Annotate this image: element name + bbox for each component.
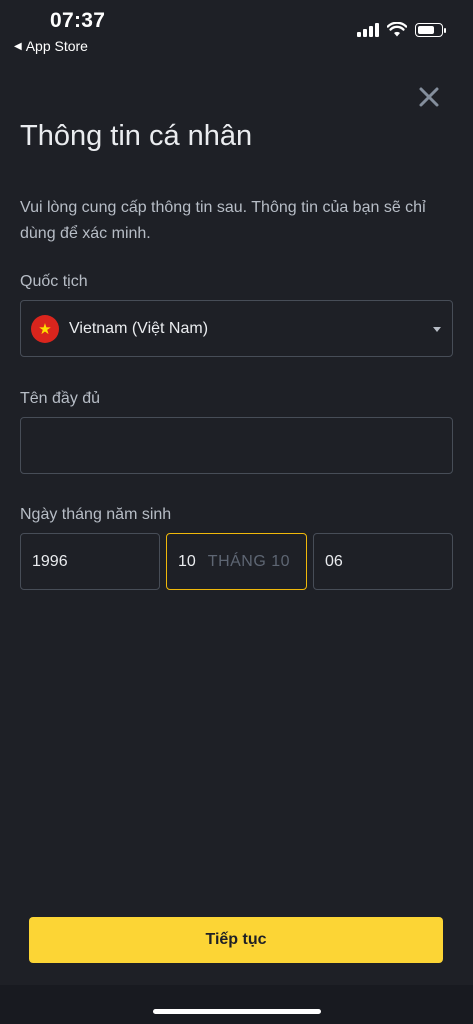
nationality-select[interactable]: ★ Vietnam (Việt Nam): [20, 300, 453, 357]
continue-button[interactable]: Tiếp tục: [29, 917, 443, 963]
vietnam-flag-icon: ★: [31, 314, 59, 343]
birth-month-placeholder: THÁNG 10: [207, 552, 291, 570]
birth-year-input[interactable]: 1996: [20, 533, 160, 590]
status-icons: [357, 22, 446, 37]
wifi-icon: [387, 22, 407, 37]
cellular-signal-icon: [357, 22, 379, 37]
birth-year-value: 1996: [32, 552, 68, 570]
birth-month-value: 10: [178, 552, 196, 570]
back-app-label: App Store: [25, 38, 88, 54]
battery-icon: [415, 22, 446, 37]
full-name-label: Tên đầy đủ: [20, 390, 101, 407]
home-indicator[interactable]: [153, 1009, 321, 1014]
birth-date-label: Ngày tháng năm sinh: [20, 506, 172, 523]
nationality-label: Quốc tịch: [20, 273, 88, 290]
caret-down-icon: [433, 327, 441, 332]
close-button[interactable]: [414, 82, 444, 112]
birth-day-value: 06: [325, 552, 343, 570]
status-bar: 07:37 ◀ App Store: [0, 0, 473, 60]
nationality-value: Vietnam (Việt Nam): [69, 319, 209, 337]
birth-day-input[interactable]: 06: [313, 533, 453, 590]
close-icon: [419, 87, 439, 107]
status-time: 07:37: [50, 9, 106, 32]
back-arrow-icon: ◀: [14, 40, 22, 52]
page-description: Vui lòng cung cấp thông tin sau. Thông t…: [20, 199, 426, 242]
page-title: Thông tin cá nhân: [20, 120, 253, 152]
battery-level-fill: [418, 25, 434, 34]
bottom-safe-area: [0, 985, 473, 1024]
full-name-input[interactable]: [20, 417, 453, 474]
back-to-app-link[interactable]: ◀ App Store: [14, 38, 88, 54]
birth-month-input[interactable]: 10 THÁNG 10: [166, 533, 307, 590]
